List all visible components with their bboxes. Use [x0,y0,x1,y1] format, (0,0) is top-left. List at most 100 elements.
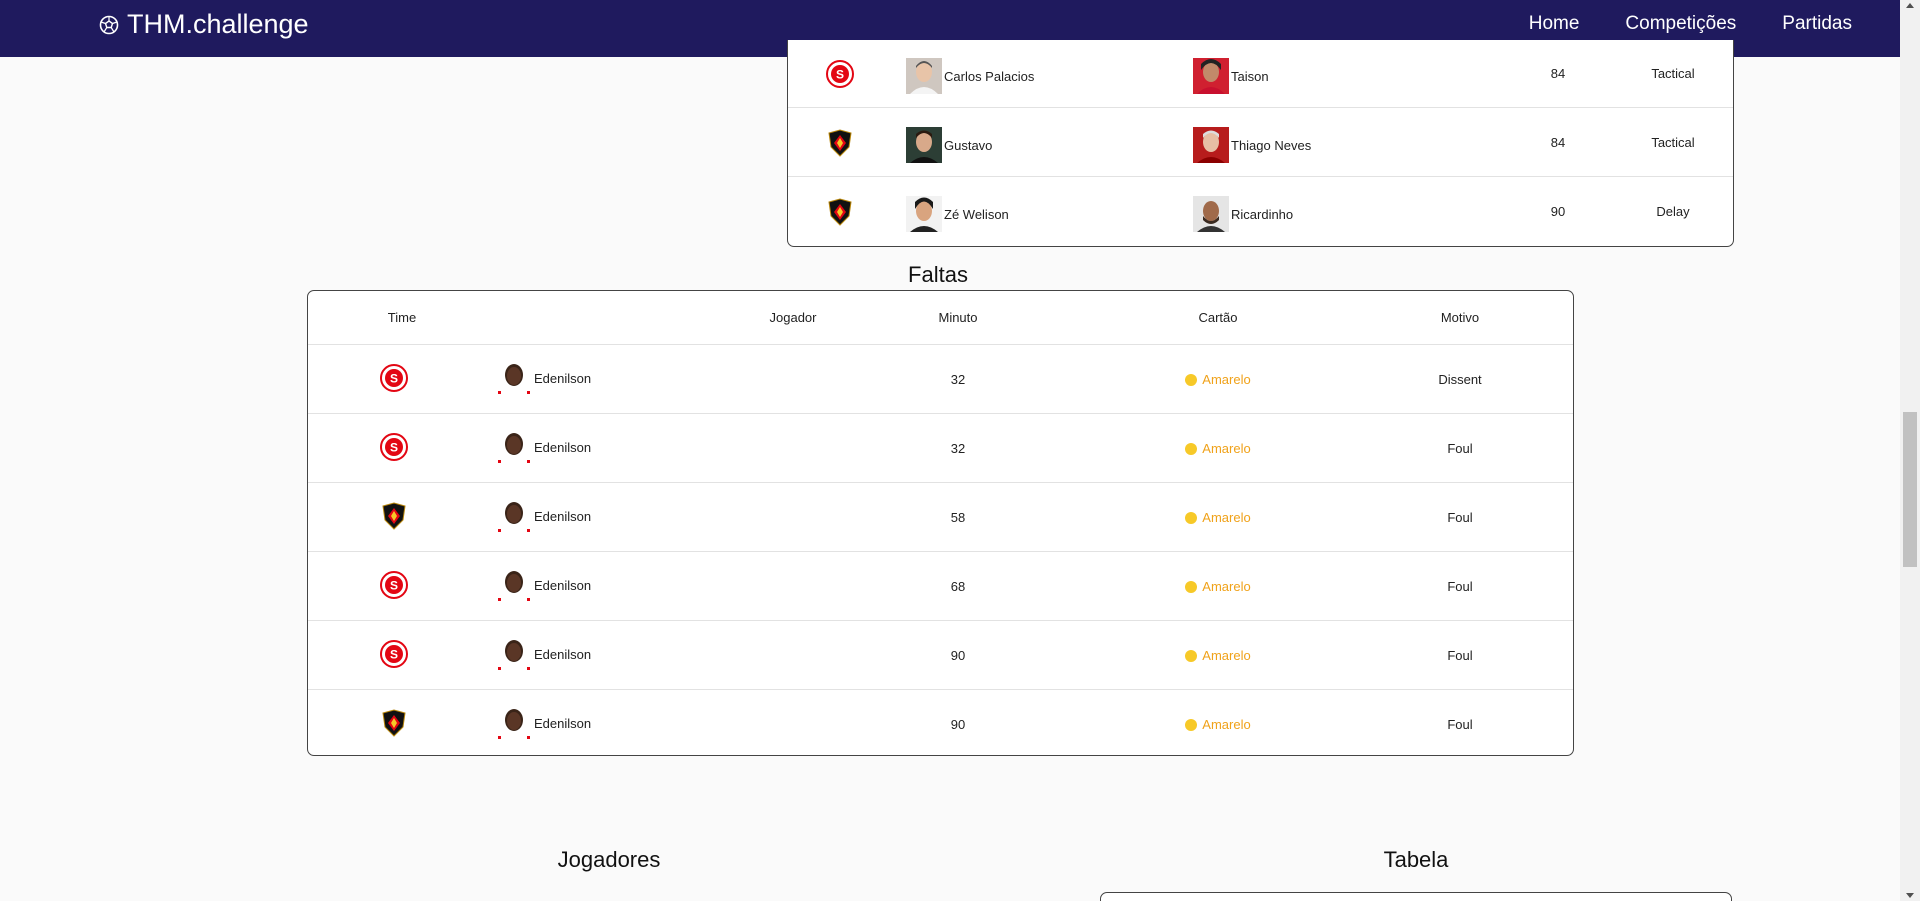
player-name: Edenilson [534,439,592,455]
player-cell: Edenilson [496,636,591,672]
card-label: Amarelo [1202,579,1251,594]
foul-minute: 90 [950,648,966,663]
table-row: S Edenilson 32 Amarelo Foul [308,414,1573,483]
nav-link-home[interactable]: Home [1529,13,1580,35]
foul-reason: Foul [1447,717,1473,732]
player-out-name: Carlos Palacios [944,68,1035,84]
sub-reason: Tactical [1651,66,1695,81]
scroll-up-arrow-icon[interactable] [1906,3,1914,8]
card-label: Amarelo [1202,510,1251,525]
sub-minute: 90 [1550,204,1566,219]
player-name: Edenilson [534,577,592,593]
nav-links: Home Competições Partidas [1529,13,1852,35]
table-row: Zé Welison Ricardinho 90 Delay [788,178,1733,246]
table-row: S Edenilson 90 Amarelo Foul [308,621,1573,690]
nav-link-partidas[interactable]: Partidas [1782,13,1852,35]
table-row: S Edenilson 32 Amarelo Dissent [308,345,1573,414]
foul-minute: 32 [950,441,966,456]
player-cell: Edenilson [496,360,591,396]
player-out: Gustavo [906,127,992,163]
table-header: Time Jogador Minuto Cartão Motivo [308,291,1573,345]
player-out-name: Zé Welison [944,206,1009,222]
player-avatar [496,567,532,603]
sport-crest-icon [828,198,852,226]
player-avatar [1193,127,1229,163]
foul-reason: Foul [1447,648,1473,663]
sub-minute: 84 [1550,66,1566,81]
svg-text:S: S [390,441,398,455]
player-name: Edenilson [534,370,592,386]
foul-minute: 90 [950,717,966,732]
header-minute: Minuto [938,310,978,325]
yellow-card-icon [1185,580,1198,593]
foul-reason: Dissent [1438,372,1482,387]
card-cell: Amarelo [1148,552,1288,621]
foul-reason: Foul [1447,441,1473,456]
yellow-card-icon [1185,442,1198,455]
table-row: Gustavo Thiago Neves 84 Tactical [788,109,1733,177]
table-row: S Edenilson 68 Amarelo Foul [308,552,1573,621]
table-row: S Carlos Palacios Taison 84 Tactical [788,40,1733,108]
jogadores-title: Jogadores [557,847,661,872]
sub-reason: Delay [1656,204,1690,219]
table-row: Edenilson 90 Amarelo Foul [308,690,1573,755]
player-in: Thiago Neves [1193,127,1311,163]
foul-minute: 68 [950,579,966,594]
player-in: Taison [1193,58,1269,94]
yellow-card-icon [1185,718,1198,731]
player-in-name: Taison [1231,68,1269,84]
scroll-down-arrow-icon[interactable] [1906,893,1914,898]
player-out-name: Gustavo [944,137,993,153]
internacional-crest-icon: S [826,60,854,88]
internacional-crest-icon: S [380,364,408,392]
tabela-title: Tabela [1383,847,1449,872]
player-name: Edenilson [534,646,592,662]
card-cell: Amarelo [1148,414,1288,483]
foul-reason: Foul [1447,579,1473,594]
player-out: Zé Welison [906,196,1009,232]
yellow-card-icon [1185,649,1198,662]
header-card: Cartão [1198,310,1238,325]
yellow-card-icon [1185,373,1198,386]
card-cell: Amarelo [1148,483,1288,552]
scrollbar[interactable] [1900,0,1920,901]
player-name: Edenilson [534,715,592,731]
player-avatar [906,196,942,232]
nav-link-competicoes[interactable]: Competições [1625,13,1736,35]
foul-reason: Foul [1447,510,1473,525]
player-avatar [496,498,532,534]
internacional-crest-icon: S [380,433,408,461]
card-label: Amarelo [1202,717,1251,732]
player-cell: Edenilson [496,498,591,534]
foul-minute: 32 [950,372,966,387]
player-avatar [906,58,942,94]
card-label: Amarelo [1202,648,1251,663]
player-in: Ricardinho [1193,196,1293,232]
internacional-crest-icon: S [380,571,408,599]
player-in-name: Ricardinho [1231,206,1294,222]
card-cell: Amarelo [1148,345,1288,414]
card-label: Amarelo [1202,441,1251,456]
player-cell: Edenilson [496,429,591,465]
brand-link[interactable]: THM.challenge [99,9,309,40]
soccer-ball-icon [99,15,119,34]
sub-minute: 84 [1550,135,1566,150]
scrollbar-thumb[interactable] [1903,412,1917,567]
player-out: Carlos Palacios [906,58,1034,94]
player-avatar [496,705,532,741]
header-reason: Motivo [1440,310,1480,325]
faltas-title: Faltas [908,262,968,287]
sport-crest-icon [828,129,852,157]
yellow-card-icon [1185,511,1198,524]
substitutions-table: S Carlos Palacios Taison 84 Tactical Gus… [787,40,1734,247]
sport-crest-icon [382,502,406,530]
foul-minute: 58 [950,510,966,525]
faltas-table: Time Jogador Minuto Cartão Motivo S Edeni… [307,290,1574,756]
player-name: Edenilson [534,508,592,524]
player-avatar [496,636,532,672]
player-avatar [496,360,532,396]
player-avatar [906,127,942,163]
svg-text:S: S [390,648,398,662]
sport-crest-icon [382,709,406,737]
brand-name: THM.challenge [127,9,309,39]
